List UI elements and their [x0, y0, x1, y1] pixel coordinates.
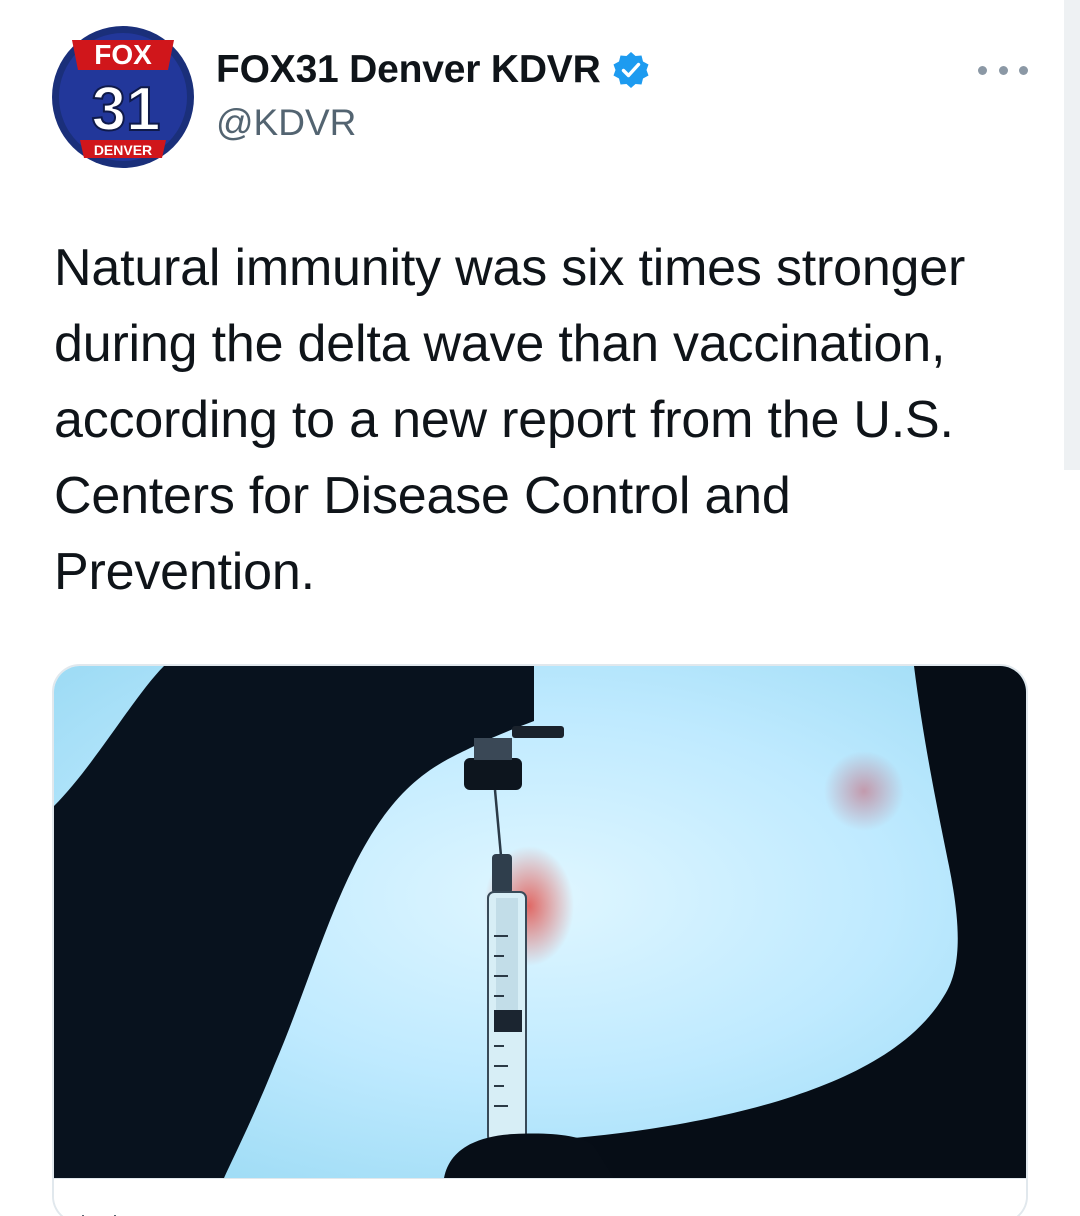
scrollbar-track[interactable]: [1064, 0, 1080, 470]
ellipsis-dot: [1019, 65, 1028, 75]
logo-number: 31: [92, 75, 161, 144]
tweet-text: Natural immunity was six times stronger …: [54, 239, 966, 601]
display-name[interactable]: FOX31 Denver KDVR: [216, 48, 601, 92]
ellipsis-dot: [998, 65, 1008, 75]
avatar[interactable]: FOX 31 DENVER: [50, 24, 196, 170]
tweet: FOX 31 DENVER FOX31 Denver KDVR @KDVR Na…: [0, 0, 1080, 1216]
tweet-header: FOX31 Denver KDVR @KDVR: [216, 44, 651, 144]
logo-top-text: FOX: [94, 39, 152, 70]
verified-badge-icon: [611, 50, 651, 90]
syringe-photo-image: [54, 666, 1026, 1178]
name-row: FOX31 Denver KDVR: [216, 44, 651, 96]
ellipsis-icon[interactable]: [978, 58, 1028, 82]
ellipsis-dot: [978, 65, 987, 75]
media-card[interactable]: [52, 664, 1028, 1216]
fox31-logo-icon: FOX 31 DENVER: [52, 26, 194, 168]
card-footer: [54, 1178, 1026, 1216]
logo-bottom-text: DENVER: [94, 142, 152, 158]
media-photo[interactable]: [54, 666, 1026, 1178]
handle[interactable]: @KDVR: [216, 102, 651, 144]
